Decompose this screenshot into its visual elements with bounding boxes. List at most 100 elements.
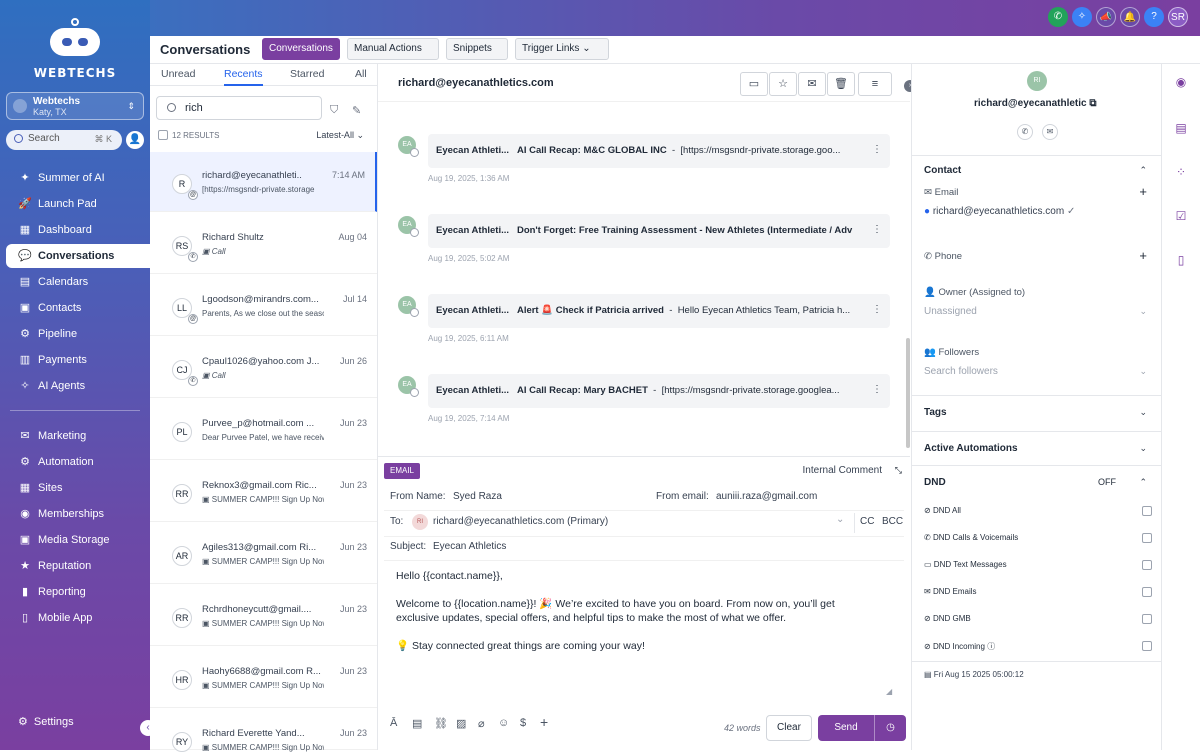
help-icon[interactable]: ? [1144,7,1164,27]
task-checkbox-icon[interactable]: ☑ [1173,208,1189,224]
dnd-gmb-row[interactable]: ⊘ DND GMB [924,614,1152,628]
sort-dropdown[interactable]: Latest-All ⌄ [316,130,364,141]
chevron-up-icon[interactable]: ⌃ [1139,165,1147,176]
chevron-down-icon[interactable]: ⌄ [836,514,844,525]
nav-item-media-storage[interactable]: ▣ Media Storage [6,528,150,552]
phone-icon[interactable]: ✆ [1048,7,1068,27]
sidebar-search[interactable]: Search ⌘ K [6,130,122,150]
nav-item-pipeline[interactable]: ⚙ Pipeline [6,322,150,346]
dnd-checkbox[interactable] [1142,614,1152,624]
nav-item-contacts[interactable]: ▣ Contacts [6,296,150,320]
internal-comment-tab[interactable]: Internal Comment [803,465,882,476]
dnd-checkbox[interactable] [1142,506,1152,516]
phone-icon[interactable]: ✆ [1017,124,1033,140]
nav-item-automation[interactable]: ⚙ Automation [6,450,150,474]
collapse-icon[interactable]: ⤡ [895,465,902,476]
nav-item-launch-pad[interactable]: 🚀 Launch Pad [6,192,150,216]
conversation-row[interactable]: AR Agiles313@gmail.com Ri... Jun 23 ▣ SUMME… [150,524,377,584]
chevron-down-icon[interactable]: ⌄ [1139,407,1147,418]
send-button[interactable]: Send [818,715,874,741]
user-avatar[interactable]: SR [1168,7,1188,27]
tab-conversations[interactable]: Conversations [262,38,340,60]
from-email-field[interactable]: auniii.raza@gmail.com [716,491,817,502]
link-icon[interactable]: ⛓ [434,717,448,737]
tags-section[interactable]: Tags ⌄ [912,395,1161,431]
dollar-icon[interactable]: $ [520,717,526,737]
conversation-row[interactable]: RY Richard Everette Yand... Jun 23 ▣ SUMMER… [150,710,377,752]
message-item[interactable]: EA Eyecan Athleti... Don't Forget: Free … [378,214,910,284]
plus-icon[interactable]: + [540,714,548,734]
conversation-row[interactable]: RS ✆ Richard Shultz Aug 04 ▣ Call [150,214,377,274]
tab-trigger-links[interactable]: Trigger Links ⌄ [515,38,609,60]
email-body-editor[interactable]: Hello {{contact.name}}, Welcome to {{loc… [396,569,876,667]
nav-item-reporting[interactable]: ▮ Reporting [6,580,150,604]
emoji-icon[interactable]: ☺ [498,717,509,737]
dnd-checkbox[interactable] [1142,560,1152,570]
folder-icon[interactable]: ▭ [740,72,768,96]
nav-item-payments[interactable]: ▥ Payments [6,348,150,372]
message-item[interactable]: EA Eyecan Athleti... AI Call Recap: M&C … [378,134,910,204]
conversation-row[interactable]: HR Haohy6688@gmail.com R... Jun 23 ▣ SUMMER… [150,648,377,708]
message-item[interactable]: EA Eyecan Athleti... Alert 🚨 Check if Pa… [378,294,910,364]
message-bubble[interactable]: Eyecan Athleti... Don't Forget: Free Tra… [428,214,890,248]
filter-icon[interactable]: ⛉ [330,104,338,117]
nav-item-settings[interactable]: ⚙ Settings [18,715,74,729]
resize-handle-icon[interactable]: ◢ [886,687,892,696]
select-all-checkbox[interactable] [158,130,168,140]
more-vertical-icon[interactable]: ⋮ [872,224,882,235]
message-item[interactable]: EA Eyecan Athleti... AI Call Recap: Mary… [378,374,910,444]
bcc-button[interactable]: BCC [882,516,903,527]
tab-manual-actions[interactable]: Manual Actions [347,38,439,60]
tab-snippets[interactable]: Snippets [446,38,508,60]
nav-item-summer-of-ai[interactable]: ✦ Summer of AI [6,166,150,190]
channel-tag[interactable]: EMAIL [384,463,420,479]
subject-field[interactable]: Eyecan Athletics [433,541,506,552]
filter-lines-icon[interactable]: ≡ [858,72,892,96]
location-switcher[interactable]: Webtechs Katy, TX ⇕ [6,92,144,120]
attachment-icon[interactable]: ⌀ [478,717,485,737]
document-icon[interactable]: ▯ [1173,252,1189,268]
trash-icon[interactable]: 🗑 [827,72,855,96]
image-icon[interactable]: ▨ [456,717,466,737]
nav-item-dashboard[interactable]: ▦ Dashboard [6,218,150,242]
cc-button[interactable]: CC [860,516,874,527]
message-bubble[interactable]: Eyecan Athleti... AI Call Recap: M&C GLO… [428,134,890,168]
more-vertical-icon[interactable]: ⋮ [872,384,882,395]
conversation-row[interactable]: R @ richard@eyecanathleti.. 7:14 AM [https:/… [150,152,377,212]
bell-icon[interactable]: 🔔 [1120,7,1140,27]
chevron-up-icon[interactable]: ⌃ [1139,477,1147,488]
automations-section[interactable]: Active Automations ⌄ [912,431,1161,465]
to-field[interactable]: richard@eyecanathletics.com (Primary) [433,516,608,527]
dnd-checkbox[interactable] [1142,533,1152,543]
tab-starred[interactable]: Starred [290,68,324,80]
clear-button[interactable]: Clear [766,715,812,741]
megaphone-icon[interactable]: 📣 [1096,7,1116,27]
conversation-row[interactable]: RR Reknox3@gmail.com Ric... Jun 23 ▣ SUMMER… [150,462,377,522]
nav-item-sites[interactable]: ▦ Sites [6,476,150,500]
add-email-icon[interactable]: + [1139,184,1147,199]
tab-all[interactable]: All [355,68,367,80]
nav-item-calendars[interactable]: ▤ Calendars [6,270,150,294]
more-vertical-icon[interactable]: ⋮ [872,304,882,315]
user-icon[interactable]: 👤 [126,131,144,149]
contact-profile-icon[interactable]: ◉ [1173,74,1189,90]
add-phone-icon[interactable]: + [1139,248,1147,263]
nav-item-ai-agents[interactable]: ✧ AI Agents [6,374,150,398]
mail-icon[interactable]: ✉ [798,72,826,96]
conversation-row[interactable]: LL @ Lgoodson@mirandrs.com... Jul 14 Parents… [150,276,377,336]
ai-assist-icon[interactable]: ✧ [1072,7,1092,27]
scrollbar[interactable] [906,338,910,448]
external-link-icon[interactable]: ⧉ [1089,98,1096,109]
dnd-emails-row[interactable]: ✉ DND Emails [924,587,1152,601]
star-icon[interactable]: ☆ [769,72,797,96]
dnd-checkbox[interactable] [1142,587,1152,597]
message-bubble[interactable]: Eyecan Athleti... Alert 🚨 Check if Patri… [428,294,890,328]
followers-search[interactable]: Search followers [924,366,998,377]
apps-grid-icon[interactable]: ⁘ [1173,164,1189,180]
mail-icon[interactable]: ✉ [1042,124,1058,140]
nav-item-reputation[interactable]: ★ Reputation [6,554,150,578]
nav-item-conversations[interactable]: 💬 Conversations [6,244,150,268]
chevron-down-icon[interactable]: ⌄ [1139,443,1147,454]
text-format-icon[interactable]: Ā [390,717,397,737]
message-bubble[interactable]: Eyecan Athleti... AI Call Recap: Mary BA… [428,374,890,408]
